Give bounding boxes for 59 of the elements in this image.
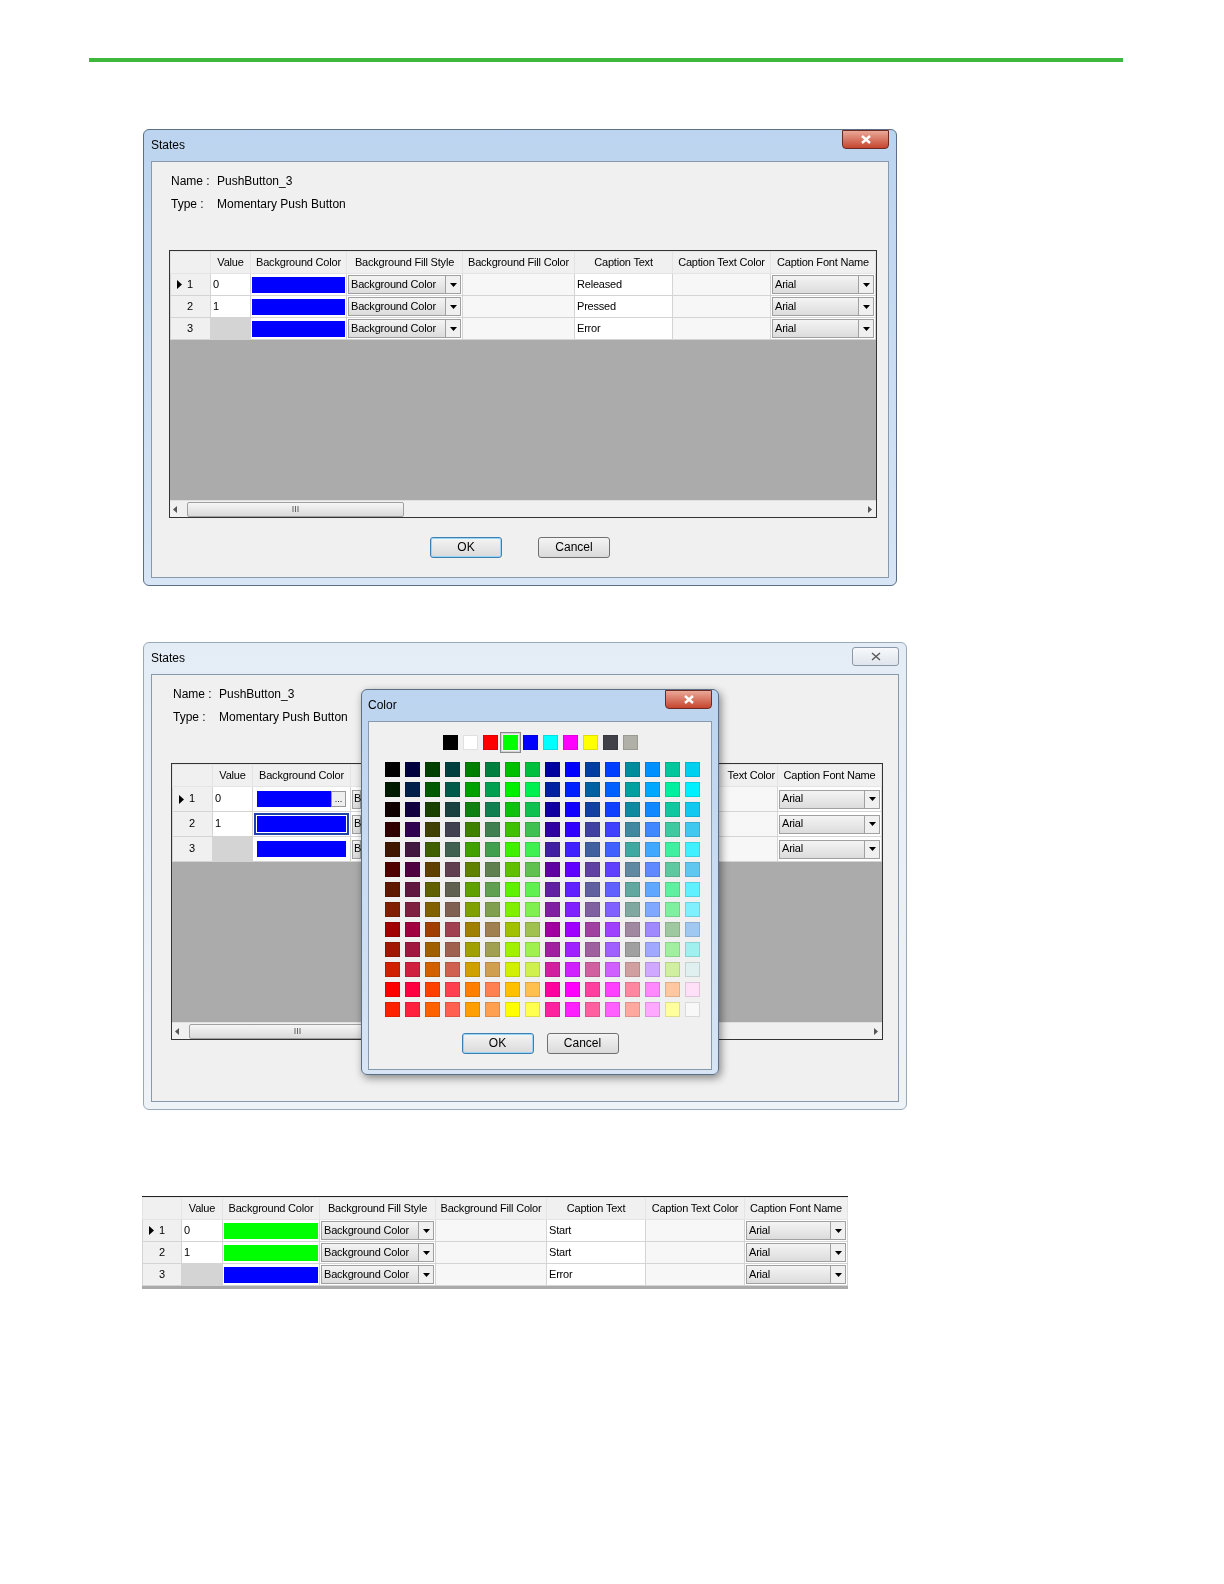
column-header: Text Color [718,764,778,787]
window-title: States [151,651,186,666]
cancel-button[interactable]: Cancel [546,1033,619,1054]
row-number: 1 [187,277,193,292]
column-header: Background Fill Style [319,1197,436,1220]
dropdown[interactable]: Background Color [321,1243,434,1262]
window-title: Color [368,698,397,713]
column-header: Caption Font Name [770,251,876,274]
field-value: Momentary Push Button [217,197,346,212]
column-header: Caption Font Name [744,1197,848,1220]
dropdown[interactable]: Background Color [348,297,461,316]
dropdown[interactable]: Arial [779,814,880,834]
column-header: Value [210,251,251,274]
column-header: Background Fill Color [462,251,575,274]
ok-button[interactable]: OK [461,1033,534,1054]
color-field[interactable]: ... [254,788,349,810]
field-label: Type : [171,197,205,212]
field-value: PushButton_3 [219,687,295,702]
field-label: Name : [173,687,213,702]
dropdown[interactable]: Background Color [321,1265,434,1284]
column-header: Background Fill Style [346,251,463,274]
column-header: Caption Text [574,251,673,274]
row-number: 3 [189,842,195,856]
dropdown[interactable]: Arial [746,1243,846,1262]
row-number: 2 [187,299,193,314]
row-number: 2 [159,1245,165,1260]
field-label: Type : [173,710,207,725]
column-header: Background Color [252,764,351,787]
dropdown[interactable]: Arial [772,297,874,316]
column-header: Caption Font Name [777,764,882,787]
row-number: 3 [159,1267,165,1282]
column-header: Caption Text [546,1197,646,1220]
dropdown[interactable]: Arial [779,789,880,809]
row-number: 1 [159,1223,165,1238]
column-header: Caption Text Color [672,251,771,274]
column-header: Value [212,764,253,787]
row-number: 3 [187,321,193,336]
column-header: Background Fill Color [435,1197,547,1220]
dropdown[interactable]: Background Color [321,1221,434,1240]
field-value: Momentary Push Button [219,710,348,725]
column-header: Background Color [222,1197,320,1220]
ok-button[interactable]: OK [430,537,502,558]
dropdown[interactable]: Arial [772,319,874,338]
row-number: 2 [189,817,195,831]
row-number: 1 [189,792,195,806]
column-header: Caption Text Color [645,1197,745,1220]
field-value: PushButton_3 [217,174,293,189]
column-header: Value [181,1197,223,1220]
dropdown[interactable]: Arial [779,839,880,859]
cancel-button[interactable]: Cancel [538,537,610,558]
window-title: States [151,138,186,153]
field-label: Name : [171,174,211,189]
ellipsis-button[interactable]: ... [331,791,346,807]
dropdown[interactable]: Arial [746,1221,846,1240]
dropdown[interactable]: Arial [746,1265,846,1284]
dropdown[interactable]: Background Color [348,319,461,338]
dropdown[interactable]: Arial [772,275,874,294]
dropdown[interactable]: Background Color [348,275,461,294]
column-header: Background Color [250,251,347,274]
